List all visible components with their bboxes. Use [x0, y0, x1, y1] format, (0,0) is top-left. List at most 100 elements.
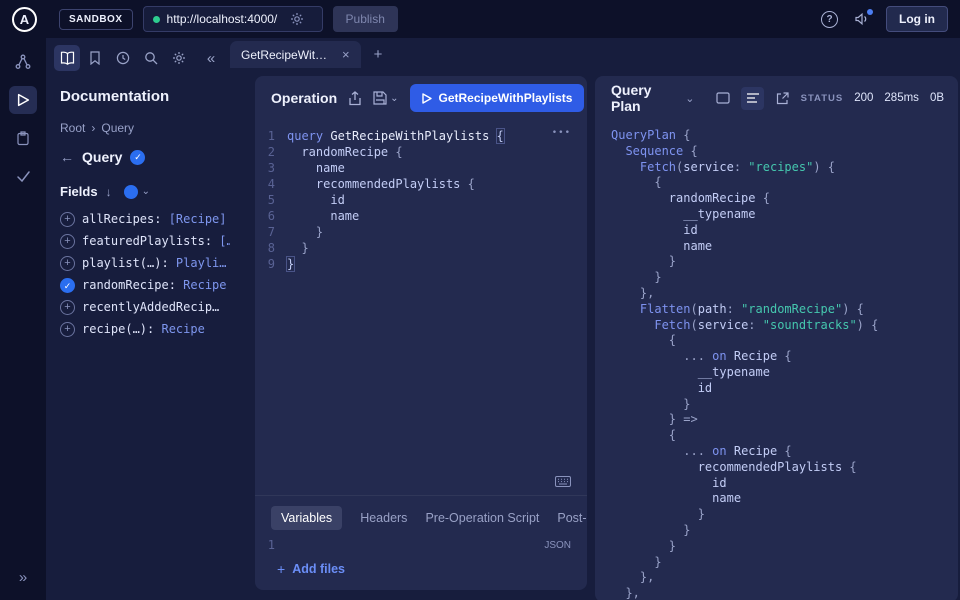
chevron-down-icon[interactable]: ⌄ — [390, 93, 398, 104]
field-item-featuredPlaylists[interactable]: +featuredPlaylists: [… — [60, 230, 230, 252]
announcements-icon[interactable] — [854, 12, 870, 26]
apollo-sandbox-app: A SANDBOX http://localhost:4000/ Publish… — [0, 0, 960, 600]
code-line: name — [611, 239, 958, 255]
code-line: } => — [611, 412, 958, 428]
query-plan-text: QueryPlan { Sequence { Fetch(service: "r… — [595, 120, 958, 600]
documentation-tab-icon[interactable] — [54, 45, 80, 71]
format-badge: JSON — [544, 540, 571, 551]
plan-chart-view-icon[interactable] — [711, 87, 734, 110]
apollo-logo[interactable]: A — [12, 7, 37, 32]
code-line: 1query GetRecipeWithPlaylists { — [255, 128, 587, 144]
operation-heading: Operation — [271, 90, 337, 106]
code-line: 2 randomRecipe { — [255, 144, 587, 160]
expand-rail-icon[interactable]: » — [19, 569, 27, 586]
checks-nav-icon[interactable] — [9, 162, 37, 190]
code-line: 6 name — [255, 208, 587, 224]
field-add-icon[interactable]: + — [60, 212, 75, 227]
field-item-playlist[interactable]: +playlist(…): Playli… — [60, 252, 230, 274]
chevron-down-icon[interactable]: ⌄ — [685, 92, 694, 105]
operation-bottom-tab-post-operation-script[interactable]: Post-Operation Script — [557, 511, 587, 525]
query-plan-heading[interactable]: Query Plan — [611, 82, 678, 114]
fields-filter-toggle[interactable]: ⌄ — [124, 185, 150, 199]
add-files-button[interactable]: + Add files — [255, 552, 587, 590]
help-icon[interactable]: ? — [821, 11, 838, 28]
field-add-icon[interactable]: + — [60, 322, 75, 337]
operation-tabbar: GetRecipeWithPlaylists × + — [230, 38, 960, 68]
play-icon — [422, 93, 432, 104]
open-external-icon[interactable] — [771, 87, 794, 110]
history-icon[interactable] — [110, 45, 136, 71]
code-line: id — [611, 223, 958, 239]
publish-button[interactable]: Publish — [333, 6, 398, 32]
search-icon[interactable] — [138, 45, 164, 71]
field-item-allRecipes[interactable]: +allRecipes: [Recipe] — [60, 208, 230, 230]
field-label: randomRecipe: Recipe — [82, 278, 227, 292]
back-arrow-icon[interactable]: ← — [60, 149, 74, 165]
field-item-recipe[interactable]: + recipe(…): Recipe — [60, 318, 230, 340]
field-add-icon[interactable]: + — [60, 300, 75, 315]
close-tab-icon[interactable]: × — [342, 47, 350, 62]
plan-text-view-icon[interactable] — [741, 87, 764, 110]
code-line: 5 id — [255, 192, 587, 208]
code-line: } — [611, 254, 958, 270]
code-line: } — [611, 539, 958, 555]
connection-settings-gear-icon[interactable] — [290, 12, 304, 26]
operation-editor[interactable]: ••• 1query GetRecipeWithPlaylists {2 ran… — [255, 120, 587, 495]
code-line: name — [611, 491, 958, 507]
code-line: }, — [611, 586, 958, 600]
operation-bottom-tab-variables[interactable]: Variables — [271, 506, 342, 530]
field-add-icon[interactable]: + — [60, 234, 75, 249]
fields-heading-row: Fields ↓ ⌄ — [46, 169, 230, 208]
operation-bottom-panel: Variables Headers Pre-Operation Script Post… — [255, 495, 587, 590]
code-line: ... on Recipe { — [611, 349, 958, 365]
type-selected-check-icon[interactable]: ✓ — [130, 150, 145, 165]
breadcrumb-root[interactable]: Root — [60, 121, 85, 135]
operation-tab[interactable]: GetRecipeWithPlaylists × — [230, 41, 361, 68]
query-plan-header: Query Plan ⌄ STATUS 200 — [595, 76, 958, 120]
code-line: 7 } — [255, 224, 587, 240]
code-line: } — [611, 397, 958, 413]
type-heading-row: ← Query ✓ — [46, 137, 230, 169]
fields-list: +allRecipes: [Recipe]+featuredPlaylists:… — [46, 208, 230, 340]
notification-dot — [867, 9, 873, 15]
operation-bottom-tab-pre-operation-script[interactable]: Pre-Operation Script — [425, 511, 539, 525]
code-line: }, — [611, 286, 958, 302]
login-button[interactable]: Log in — [886, 6, 948, 32]
operation-menu-ellipsis-icon[interactable]: ••• — [552, 128, 571, 138]
field-label: recipe(…): Recipe — [82, 322, 205, 336]
code-line: randomRecipe { — [611, 191, 958, 207]
keyboard-shortcuts-icon[interactable] — [555, 476, 571, 487]
code-line: 3 name — [255, 160, 587, 176]
cards-row: Operation ⌄ GetRecipeWithPlaylists — [230, 68, 960, 600]
field-add-icon[interactable]: + — [60, 256, 75, 271]
documentation-panel: « Documentation Root › Query ← Query ✓ F… — [46, 38, 230, 600]
sort-fields-icon[interactable]: ↓ — [106, 185, 112, 199]
new-tab-icon[interactable]: + — [361, 46, 396, 68]
bookmarks-icon[interactable] — [82, 45, 108, 71]
operation-bottom-tab-headers[interactable]: Headers — [360, 511, 407, 525]
response-size: 0B — [930, 92, 944, 104]
settings-gear-icon[interactable] — [166, 45, 192, 71]
explorer-nav-icon[interactable] — [9, 86, 37, 114]
sandbox-badge[interactable]: SANDBOX — [59, 9, 133, 30]
collapse-docs-icon[interactable]: « — [200, 50, 222, 67]
operation-bottom-tabs: Variables Headers Pre-Operation Script Post… — [255, 496, 587, 538]
graph-nav-icon[interactable] — [9, 48, 37, 76]
endpoint-url-value: http://localhost:4000/ — [167, 12, 278, 26]
code-line: } — [611, 555, 958, 571]
run-operation-button[interactable]: GetRecipeWithPlaylists — [410, 84, 585, 112]
endpoint-url-input[interactable]: http://localhost:4000/ — [143, 6, 323, 32]
field-item-recentlyAddedRecip[interactable]: + recentlyAddedRecip… — [60, 296, 230, 318]
code-line: __typename — [611, 207, 958, 223]
schema-nav-icon[interactable] — [9, 124, 37, 152]
share-operation-icon[interactable] — [348, 91, 362, 106]
field-item-randomRecipe[interactable]: ✓ randomRecipe: Recipe — [60, 274, 230, 296]
code-line: } — [611, 523, 958, 539]
field-label: recentlyAddedRecip… — [82, 300, 219, 314]
save-operation-icon[interactable]: ⌄ — [373, 91, 398, 105]
code-line: Fetch(service: "recipes") { — [611, 160, 958, 176]
status-label: STATUS — [801, 93, 844, 104]
field-check-icon[interactable]: ✓ — [60, 278, 75, 293]
variables-editor[interactable]: 1 JSON — [255, 538, 587, 552]
operation-header: Operation ⌄ GetRecipeWithPlaylists — [255, 76, 587, 120]
